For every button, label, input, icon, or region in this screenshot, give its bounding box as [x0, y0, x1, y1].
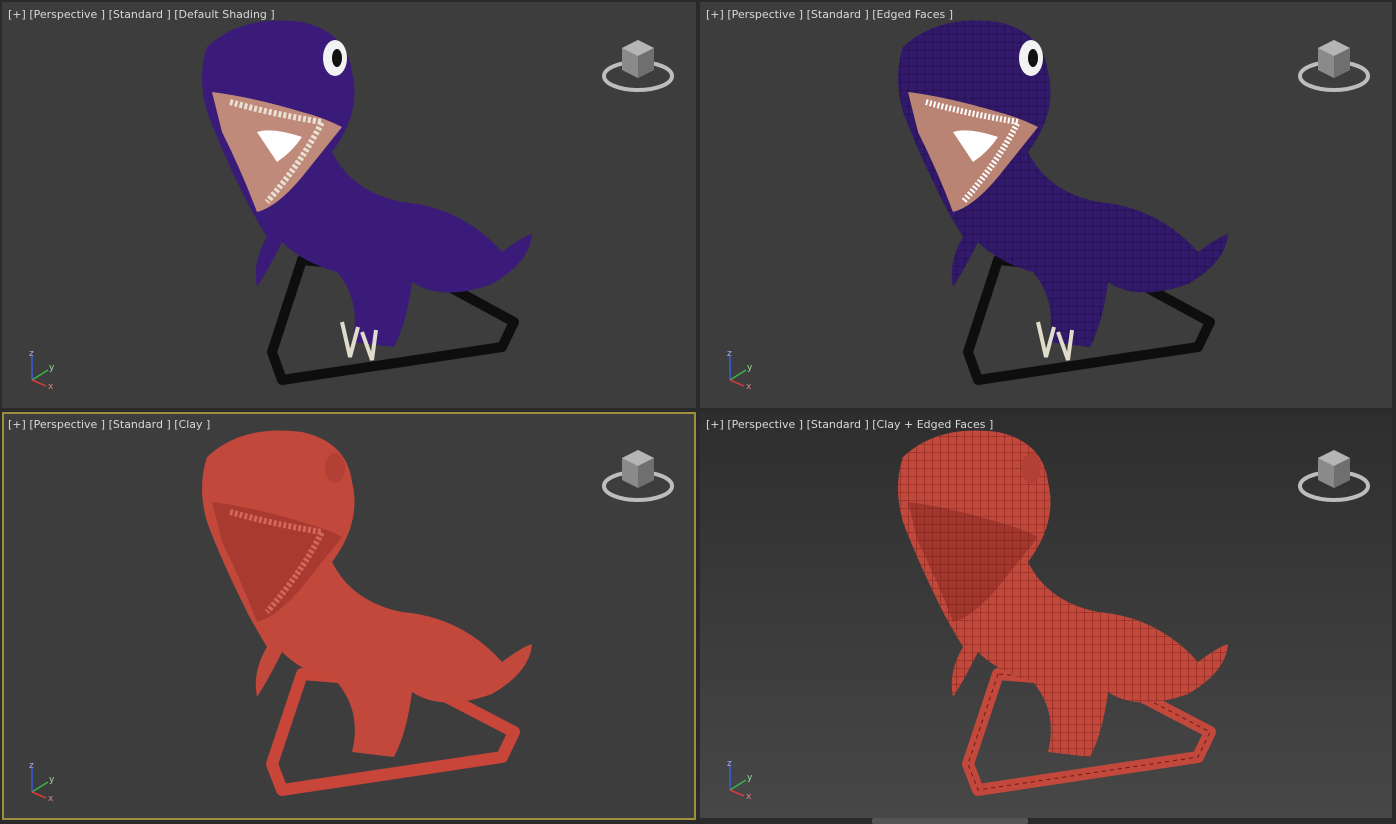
viewport-label[interactable]: [+] [Perspective ] [Standard ] [Clay ] [8, 418, 210, 431]
view-type-menu[interactable]: [Perspective ] [727, 418, 803, 431]
axis-x-label: x [48, 794, 54, 802]
viewport-menu-plus[interactable]: [+] [706, 8, 724, 21]
shading-mode-menu[interactable]: [Clay ] [174, 418, 210, 431]
axis-tripod-icon: z y x [727, 350, 753, 390]
view-preset-menu[interactable]: [Standard ] [109, 418, 171, 431]
viewport-label[interactable]: [+] [Perspective ] [Standard ] [Edged Fa… [706, 8, 953, 21]
axis-z-label: z [29, 350, 34, 359]
axis-y-label: y [49, 775, 55, 785]
view-preset-menu[interactable]: [Standard ] [109, 8, 171, 21]
view-preset-menu[interactable]: [Standard ] [807, 418, 869, 431]
axis-z-label: z [29, 762, 34, 771]
shading-mode-menu[interactable]: [Clay + Edged Faces ] [872, 418, 993, 431]
shading-mode-menu[interactable]: [Edged Faces ] [872, 8, 953, 21]
time-slider-handle[interactable] [872, 818, 1028, 824]
dinosaur-render-edged-faces [898, 20, 1228, 385]
dinosaur-render-clay-edged-faces [898, 430, 1228, 796]
viewcube-icon[interactable] [600, 446, 676, 508]
viewport-label[interactable]: [+] [Perspective ] [Standard ] [Clay + E… [706, 418, 993, 431]
view-type-menu[interactable]: [Perspective ] [727, 8, 803, 21]
viewport-menu-plus[interactable]: [+] [706, 418, 724, 431]
axis-x-label: x [48, 382, 54, 390]
axis-z-label: z [727, 760, 732, 769]
quad-viewport-layout: [+] [Perspective ] [Standard ] [Default … [0, 0, 1396, 824]
view-type-menu[interactable]: [Perspective ] [29, 8, 105, 21]
axis-x-label: x [746, 382, 752, 390]
viewport-label[interactable]: [+] [Perspective ] [Standard ] [Default … [8, 8, 275, 21]
viewport-bottom-left[interactable]: [+] [Perspective ] [Standard ] [Clay ] z… [2, 412, 696, 820]
axis-tripod-icon: z y x [727, 760, 753, 800]
viewport-bottom-right[interactable]: [+] [Perspective ] [Standard ] [Clay + E… [700, 412, 1392, 818]
viewcube-icon[interactable] [1296, 36, 1372, 98]
viewport-menu-plus[interactable]: [+] [8, 418, 26, 431]
dinosaur-render-clay [202, 430, 532, 796]
viewcube-icon[interactable] [1296, 446, 1372, 508]
axis-x-label: x [746, 792, 752, 800]
shading-mode-menu[interactable]: [Default Shading ] [174, 8, 274, 21]
axis-z-label: z [727, 350, 732, 359]
axis-tripod-icon: z y x [29, 350, 55, 390]
view-preset-menu[interactable]: [Standard ] [807, 8, 869, 21]
viewport-top-left[interactable]: [+] [Perspective ] [Standard ] [Default … [2, 2, 696, 408]
axis-tripod-icon: z y x [29, 762, 55, 802]
dinosaur-render-default-shading [202, 20, 532, 385]
view-type-menu[interactable]: [Perspective ] [29, 418, 105, 431]
viewcube-icon[interactable] [600, 36, 676, 98]
viewport-menu-plus[interactable]: [+] [8, 8, 26, 21]
axis-y-label: y [49, 363, 55, 373]
axis-y-label: y [747, 773, 753, 783]
axis-y-label: y [747, 363, 753, 373]
viewport-top-right[interactable]: [+] [Perspective ] [Standard ] [Edged Fa… [700, 2, 1392, 408]
